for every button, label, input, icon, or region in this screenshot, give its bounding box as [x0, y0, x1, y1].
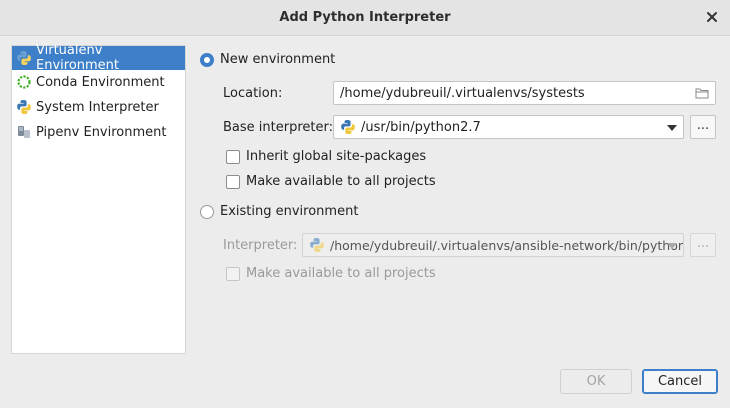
- folder-icon[interactable]: [695, 87, 709, 99]
- new-environment-radio[interactable]: [200, 53, 214, 67]
- close-icon[interactable]: [704, 9, 720, 25]
- location-value: /home/ydubreuil/.virtualenvs/systests: [340, 85, 585, 101]
- location-field[interactable]: /home/ydubreuil/.virtualenvs/systests: [333, 81, 716, 105]
- title-bar: Add Python Interpreter: [0, 0, 730, 36]
- make-available-checkbox[interactable]: [226, 175, 240, 189]
- chevron-down-icon: [667, 243, 677, 249]
- ok-button[interactable]: OK: [560, 369, 632, 394]
- sidebar-item-label: Conda Environment: [36, 74, 165, 90]
- sidebar-item-pipenv[interactable]: Pipenv Environment: [12, 120, 185, 144]
- sidebar-item-label: System Interpreter: [36, 99, 159, 115]
- base-interpreter-browse-button[interactable]: ...: [690, 115, 716, 139]
- python-virtualenv-icon: [16, 50, 32, 66]
- conda-icon: [16, 74, 32, 90]
- base-interpreter-label: Base interpreter:: [223, 120, 333, 135]
- existing-interpreter-browse-button[interactable]: ...: [690, 233, 716, 257]
- inherit-site-packages-label: Inherit global site-packages: [246, 149, 427, 164]
- sidebar-item-label: Virtualenv Environment: [36, 43, 120, 73]
- inherit-site-packages-checkbox[interactable]: [226, 150, 240, 164]
- existing-interpreter-select[interactable]: /home/ydubreuil/.virtualenvs/ansible-net…: [302, 233, 684, 257]
- cancel-button[interactable]: Cancel: [642, 369, 718, 394]
- make-available-label: Make available to all projects: [246, 174, 436, 189]
- python-icon: [16, 99, 32, 115]
- interpreter-label: Interpreter:: [223, 238, 298, 253]
- location-label: Location:: [223, 86, 283, 101]
- sidebar-item-label: Pipenv Environment: [36, 124, 167, 140]
- base-interpreter-value: /usr/bin/python2.7: [361, 119, 481, 135]
- interpreter-type-list: Virtualenv Environment Conda Environment…: [11, 43, 186, 354]
- dialog-title: Add Python Interpreter: [279, 10, 451, 25]
- existing-environment-radio[interactable]: [200, 205, 214, 219]
- existing-make-available-checkbox[interactable]: [226, 267, 240, 281]
- base-interpreter-select[interactable]: /usr/bin/python2.7: [333, 115, 684, 139]
- existing-environment-label: Existing environment: [220, 204, 359, 219]
- python-icon: [309, 237, 325, 253]
- existing-interpreter-value: /home/ydubreuil/.virtualenvs/ansible-net…: [330, 237, 684, 253]
- sidebar-item-conda[interactable]: Conda Environment: [12, 70, 185, 94]
- add-python-interpreter-dialog: Add Python Interpreter Virtualenv Enviro…: [0, 0, 730, 408]
- existing-make-available-label: Make available to all projects: [246, 266, 436, 281]
- chevron-down-icon: [667, 125, 677, 131]
- pipenv-icon: [16, 124, 32, 140]
- sidebar-item-virtualenv[interactable]: Virtualenv Environment: [12, 43, 185, 73]
- python-icon: [340, 119, 356, 135]
- sidebar-item-system-interpreter[interactable]: System Interpreter: [12, 95, 185, 119]
- new-environment-label: New environment: [220, 52, 336, 67]
